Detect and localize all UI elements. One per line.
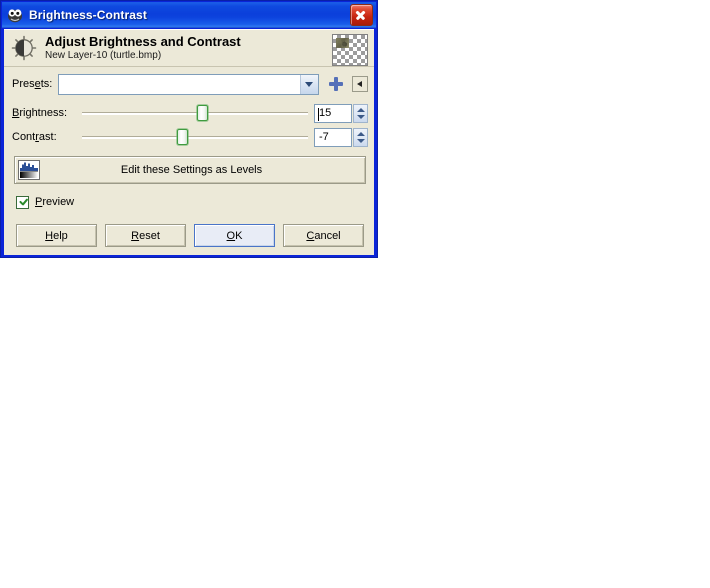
layer-thumbnail <box>332 34 368 66</box>
window-title: Brightness-Contrast <box>29 8 147 22</box>
help-button[interactable]: Help <box>16 224 97 247</box>
brightness-value: 15 <box>319 107 332 119</box>
presets-row: Presets: <box>4 72 374 96</box>
contrast-label: Contrast: <box>12 131 57 143</box>
presets-combobox[interactable] <box>58 73 319 95</box>
close-icon[interactable] <box>350 4 373 26</box>
chevron-down-icon[interactable] <box>300 74 318 94</box>
ok-button[interactable]: OK <box>194 224 275 247</box>
header-divider <box>4 66 374 67</box>
contrast-row: Contrast: -7 <box>4 126 374 148</box>
preview-checkbox[interactable] <box>16 195 29 209</box>
brightness-input[interactable]: 15 <box>314 103 352 123</box>
contrast-input[interactable]: -7 <box>314 127 352 147</box>
contrast-value: -7 <box>319 131 329 143</box>
reset-button[interactable]: Reset <box>105 224 186 247</box>
triangle-left-icon[interactable] <box>352 76 368 92</box>
preview-label[interactable]: Preview <box>35 196 74 208</box>
brightness-contrast-icon <box>10 34 38 62</box>
cancel-button[interactable]: Cancel <box>283 224 364 247</box>
brightness-slider-track <box>82 112 308 115</box>
title-bar[interactable]: Brightness-Contrast <box>2 2 376 28</box>
dialog-header: Adjust Brightness and Contrast New Layer… <box>4 30 374 66</box>
presets-label: Presets: <box>12 78 53 90</box>
contrast-slider-track <box>82 136 308 139</box>
brightness-slider-handle[interactable] <box>197 105 209 121</box>
contrast-spinner-arrows-icon[interactable] <box>353 127 368 147</box>
brightness-slider[interactable] <box>82 103 308 123</box>
brightness-row: Brightness: 15 <box>4 102 374 124</box>
preview-row: Preview <box>4 193 374 211</box>
levels-histogram-icon <box>18 160 40 180</box>
contrast-slider-handle[interactable] <box>177 129 189 145</box>
page-subtitle: New Layer-10 (turtle.bmp) <box>45 50 162 61</box>
brightness-label: Brightness: <box>12 107 68 119</box>
gimp-wilber-icon <box>6 6 24 24</box>
page-title: Adjust Brightness and Contrast <box>45 34 241 49</box>
dialog-body: Adjust Brightness and Contrast New Layer… <box>4 29 374 255</box>
header-text: Adjust Brightness and Contrast New Layer… <box>45 33 332 62</box>
brightness-contrast-dialog: Brightness-Contrast Adjust Brightness an… <box>0 0 378 258</box>
contrast-slider[interactable] <box>82 127 308 147</box>
edit-as-levels-label: Edit these Settings as Levels <box>120 164 263 176</box>
plus-icon[interactable] <box>327 75 345 93</box>
thumbnail-image <box>336 38 349 48</box>
dialog-button-row: Help Reset OK Cancel <box>4 224 374 247</box>
edit-as-levels-button[interactable]: Edit these Settings as Levels <box>14 156 366 184</box>
brightness-spinner-arrows-icon[interactable] <box>353 103 368 123</box>
